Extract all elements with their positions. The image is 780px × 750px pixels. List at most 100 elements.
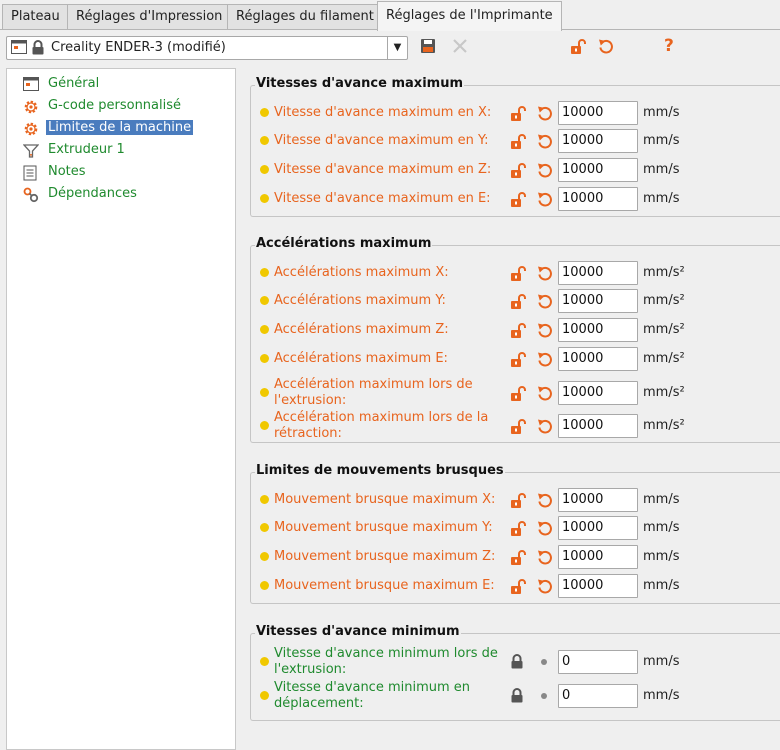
- unit-label: mm/s: [643, 549, 680, 564]
- tab-plateau[interactable]: Plateau: [2, 4, 69, 30]
- undo-icon[interactable]: [537, 105, 553, 125]
- undo-icon[interactable]: [537, 322, 553, 342]
- chevron-down-icon[interactable]: ▼: [387, 37, 407, 59]
- value-input[interactable]: 10000: [558, 381, 638, 405]
- unlock-icon[interactable]: [510, 162, 526, 183]
- lock-icon: [31, 40, 45, 59]
- tree-item-label: Extrudeur 1: [48, 142, 125, 157]
- status-dot: [260, 552, 269, 561]
- printer-icon: [23, 77, 39, 95]
- undo-icon[interactable]: [537, 191, 553, 211]
- unlock-icon[interactable]: [510, 520, 526, 541]
- undo-icon[interactable]: [537, 133, 553, 153]
- setting-label: Mouvement brusque maximum X:: [274, 492, 496, 507]
- unlock-icon[interactable]: [510, 105, 526, 126]
- setting-row: Mouvement brusque maximum X: 10000 mm/s: [251, 487, 780, 513]
- setting-row: Mouvement brusque maximum Z: 10000 mm/s: [251, 544, 780, 570]
- undo-icon[interactable]: [537, 520, 553, 540]
- unit-label: mm/s²: [643, 322, 685, 337]
- wrench-icon: [23, 187, 39, 207]
- unlock-icon[interactable]: [510, 549, 526, 570]
- value-input[interactable]: 10000: [558, 101, 638, 125]
- value-input[interactable]: 10000: [558, 488, 638, 512]
- unit-label: mm/s²: [643, 265, 685, 280]
- status-dot: [260, 691, 269, 700]
- value-input[interactable]: 10000: [558, 261, 638, 285]
- unit-label: mm/s: [643, 105, 680, 120]
- value-input[interactable]: 10000: [558, 129, 638, 153]
- undo-icon[interactable]: [537, 293, 553, 313]
- unlock-icon[interactable]: [510, 133, 526, 154]
- value-input[interactable]: 10000: [558, 289, 638, 313]
- setting-label-line2: déplacement:: [274, 696, 364, 711]
- lock-icon[interactable]: [510, 688, 524, 707]
- unlock-icon[interactable]: [510, 322, 526, 343]
- status-dot: [260, 421, 269, 430]
- value-input[interactable]: 10000: [558, 158, 638, 182]
- undo-icon[interactable]: [537, 492, 553, 512]
- unlock-icon[interactable]: [570, 38, 586, 59]
- unlock-icon[interactable]: [510, 265, 526, 286]
- unlock-icon[interactable]: [510, 351, 526, 372]
- value-input[interactable]: 0: [558, 650, 638, 674]
- printer-preset-select[interactable]: Creality ENDER-3 (modifié) ▼: [6, 36, 408, 60]
- save-icon[interactable]: [420, 38, 436, 58]
- status-dot: [260, 165, 269, 174]
- preset-name: Creality ENDER-3 (modifié): [51, 40, 226, 55]
- unlock-icon[interactable]: [510, 418, 526, 439]
- setting-label: Accélérations maximum Y:: [274, 293, 446, 308]
- undo-icon[interactable]: [537, 578, 553, 598]
- status-dot: [260, 194, 269, 203]
- value-input[interactable]: 10000: [558, 318, 638, 342]
- unit-label: mm/s: [643, 162, 680, 177]
- unlock-icon[interactable]: [510, 293, 526, 314]
- undo-icon[interactable]: [537, 162, 553, 182]
- group-max-feedrates: Vitesses d'avance maximum Vitesse d'avan…: [250, 76, 780, 217]
- unit-label: mm/s: [643, 520, 680, 535]
- undo-icon[interactable]: [537, 549, 553, 569]
- setting-label: Accélérations maximum E:: [274, 351, 448, 366]
- undo-icon[interactable]: [537, 418, 553, 438]
- value-input[interactable]: 10000: [558, 414, 638, 438]
- tree-item-label: G-code personnalisé: [48, 98, 182, 113]
- status-dot: [260, 388, 269, 397]
- setting-row: Mouvement brusque maximum Y: 10000 mm/s: [251, 515, 780, 541]
- value-input[interactable]: 10000: [558, 545, 638, 569]
- tab-filament-settings[interactable]: Réglages du filament: [227, 4, 383, 30]
- unlock-icon[interactable]: [510, 578, 526, 599]
- status-dot: [260, 657, 269, 666]
- delete-icon[interactable]: [452, 38, 468, 58]
- unlock-icon[interactable]: [510, 385, 526, 406]
- value-input[interactable]: 10000: [558, 574, 638, 598]
- undo-icon[interactable]: [537, 385, 553, 405]
- setting-row: Vitesse d'avance maximum en E: 10000 mm/…: [251, 186, 780, 212]
- printer-icon: [11, 40, 27, 58]
- unit-label: mm/s: [643, 492, 680, 507]
- unlock-icon[interactable]: [510, 492, 526, 513]
- tab-print-settings[interactable]: Réglages d'Impression: [67, 4, 232, 30]
- setting-label: Vitesse d'avance minimum lors de: [274, 646, 498, 661]
- status-dot: [260, 108, 269, 117]
- status-dot: [260, 136, 269, 145]
- tree-item-label: Général: [48, 76, 100, 91]
- status-dot: [260, 296, 269, 305]
- unit-label: mm/s²: [643, 418, 685, 433]
- value-input[interactable]: 10000: [558, 187, 638, 211]
- value-input[interactable]: 0: [558, 684, 638, 708]
- setting-row: Accélérations maximum Y: 10000 mm/s²: [251, 288, 780, 314]
- setting-label: Accélération maximum lors de: [274, 377, 473, 392]
- setting-row: Mouvement brusque maximum E: 10000 mm/s: [251, 573, 780, 599]
- tree-item-label: Limites de la machine: [46, 120, 194, 135]
- group-title: Accélérations maximum: [255, 236, 433, 251]
- undo-icon[interactable]: [537, 265, 553, 285]
- tab-printer-settings[interactable]: Réglages de l'Imprimante: [377, 1, 562, 31]
- setting-row: Vitesse d'avance minimum en déplacement:…: [251, 680, 780, 712]
- unlock-icon[interactable]: [510, 191, 526, 212]
- value-input[interactable]: 10000: [558, 516, 638, 540]
- undo-icon[interactable]: [537, 351, 553, 371]
- value-input[interactable]: 10000: [558, 347, 638, 371]
- settings-tree: Général G-code personnalisé Limites de l…: [6, 68, 236, 750]
- lock-icon[interactable]: [510, 654, 524, 673]
- help-icon[interactable]: ?: [664, 36, 674, 56]
- undo-icon[interactable]: [598, 38, 614, 58]
